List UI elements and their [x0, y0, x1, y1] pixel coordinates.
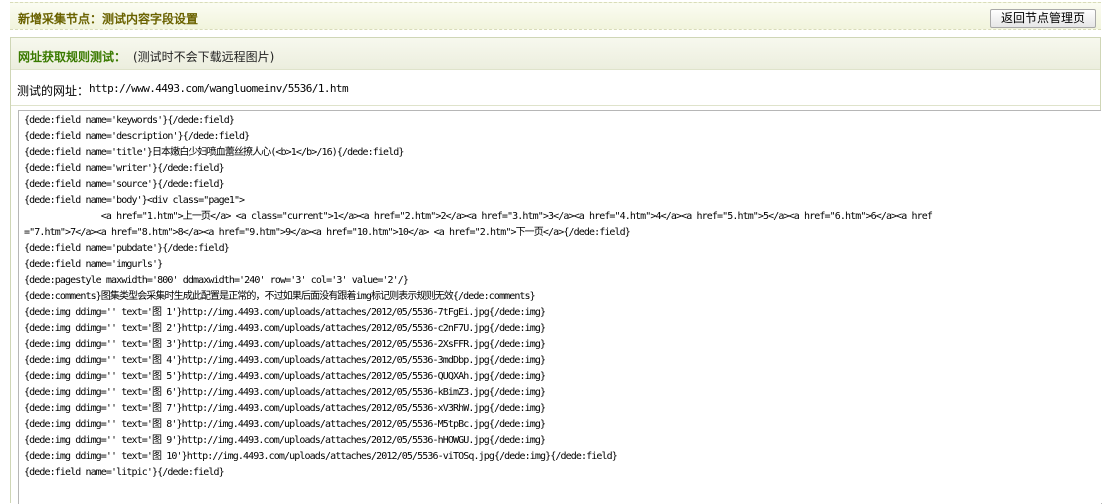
result-line: {dede:img ddimg='' text='图 3'}http://img…	[24, 339, 546, 350]
result-line: {dede:field name='source'}{/dede:field}	[24, 179, 225, 190]
result-line: {dede:field name='keywords'}{/dede:field…	[24, 115, 235, 126]
test-url-label: 测试的网址：	[17, 84, 90, 98]
result-line: {dede:field name='imgurls'}	[24, 259, 163, 270]
result-line: {dede:img ddimg='' text='图 7'}http://img…	[24, 403, 546, 414]
result-line: {dede:img ddimg='' text='图 8'}http://img…	[24, 419, 546, 430]
test-result-textarea[interactable]: {dede:field name='keywords'}{/dede:field…	[18, 110, 1102, 504]
panel-note: (测试时不会下载远程图片)	[133, 50, 275, 64]
panel-title: 网址获取规则测试：	[18, 50, 127, 64]
rule-test-panel: 网址获取规则测试： (测试时不会下载远程图片) 测试的网址： http://ww…	[10, 37, 1102, 504]
result-line: {dede:img ddimg='' text='图 2'}http://img…	[24, 323, 546, 334]
result-line: {dede:field name='litpic'}{/dede:field}	[24, 467, 225, 478]
result-line: {dede:field name='writer'}{/dede:field}	[24, 163, 225, 174]
top-header-bar: 新增采集节点：测试内容字段设置 返回节点管理页	[10, 2, 1101, 30]
result-line: {dede:field name='pubdate'}{/dede:field}	[24, 243, 230, 254]
back-to-node-management-button[interactable]: 返回节点管理页	[990, 9, 1096, 28]
result-line: ="7.htm">7</a><a href="8.htm">8</a><a hr…	[24, 227, 631, 238]
result-line: {dede:img ddimg='' text='图 6'}http://img…	[24, 387, 546, 398]
test-url-value: http://www.4493.com/wangluomeinv/5536/1.…	[89, 82, 349, 95]
result-line: {dede:field name='body'}<div class="page…	[24, 195, 245, 206]
page-title: 新增采集节点：测试内容字段设置	[18, 12, 199, 26]
test-result-content: {dede:field name='keywords'}{/dede:field…	[24, 113, 1096, 481]
panel-header: 网址获取规则测试： (测试时不会下载远程图片)	[11, 38, 1100, 70]
result-line: {dede:img ddimg='' text='图 5'}http://img…	[24, 371, 546, 382]
test-url-row: 测试的网址： http://www.4493.com/wangluomeinv/…	[11, 70, 1100, 106]
result-line: {dede:img ddimg='' text='图 9'}http://img…	[24, 435, 546, 446]
result-line: <a href="1.htm">上一页</a> <a class="curren…	[24, 211, 933, 222]
result-line: {dede:pagestyle maxwidth='800' ddmaxwidt…	[24, 275, 409, 286]
result-line: {dede:img ddimg='' text='图 1'}http://img…	[24, 307, 546, 318]
result-line: {dede:field name='description'}{/dede:fi…	[24, 131, 250, 142]
result-line: {dede:comments}图集类型会采集时生成此配置是正常的，不过如果后面没…	[24, 291, 536, 302]
page-scrollbar-area	[1101, 37, 1119, 503]
result-line: {dede:img ddimg='' text='图 10'}http://im…	[24, 451, 618, 462]
result-line: {dede:img ddimg='' text='图 4'}http://img…	[24, 355, 546, 366]
result-line: {dede:field name='title'}日本嫩白少妇喷血蕾丝撩人心(<…	[24, 147, 404, 158]
